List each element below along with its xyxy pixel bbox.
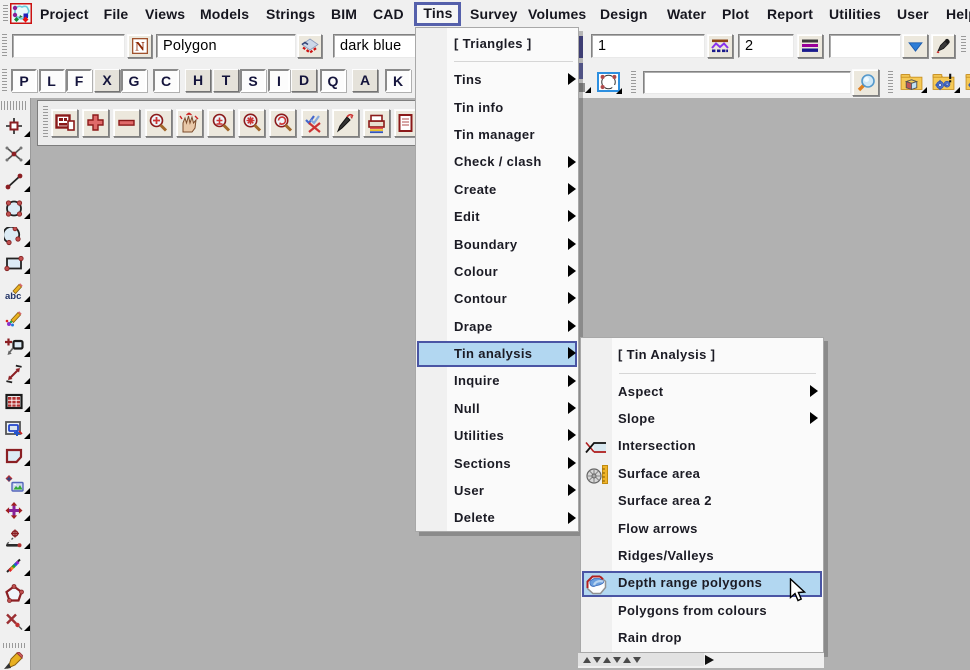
svg-text:abc: abc bbox=[5, 291, 21, 302]
svg-text:N: N bbox=[135, 39, 145, 54]
